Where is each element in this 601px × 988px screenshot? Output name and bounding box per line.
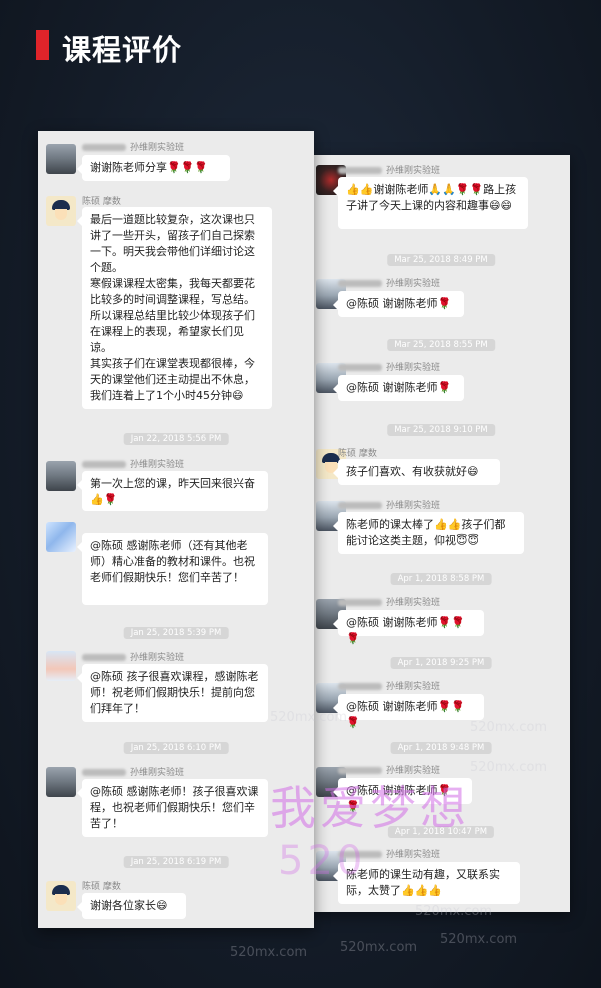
watermark-domain: 520mx.com (230, 945, 308, 960)
title-accent-bar (36, 30, 49, 60)
chat-message: 孙维刚实验班 @陈硕 谢谢陈老师🌹 (312, 357, 570, 407)
message-bubble: 第一次上您的课，昨天回来很兴奋👍🌹 (77, 471, 268, 511)
sender-name: 孙维刚实验班 (338, 498, 440, 511)
avatar (46, 522, 76, 552)
chat-message: 陈硕 摩数 谢谢各位家长😄 (38, 875, 314, 925)
sender-name: 陈硕 摩数 (82, 882, 121, 892)
timestamp: Apr 1, 2018 8:58 PM (390, 573, 492, 585)
message-bubble: @陈硕 谢谢陈老师🌹🌹🌹 (333, 610, 484, 645)
watermark-number: 520 (278, 838, 367, 884)
timestamp: Apr 1, 2018 9:48 PM (390, 742, 492, 754)
timestamp: Mar 25, 2018 8:49 PM (387, 254, 495, 266)
chat-message: 孙维刚实验班 👍👍谢谢陈老师🙏🙏🌹🌹路上孩子讲了今天上课的内容和趣事😄😄 (312, 155, 570, 235)
timestamp: Jan 22, 2018 5:56 PM (123, 433, 229, 445)
chat-message: 孙维刚实验班 第一次上您的课，昨天回来很兴奋👍🌹 (38, 453, 314, 513)
avatar (46, 144, 76, 174)
message-bubble: 谢谢各位家长😄 (77, 893, 186, 919)
sender-name: 孙维刚实验班 (338, 360, 440, 373)
chat-message: 孙维刚实验班 谢谢陈老师分享🌹🌹🌹 (38, 131, 314, 187)
sender-name: 孙维刚实验班 (82, 650, 184, 663)
message-bubble: @陈硕 孩子很喜欢课程，感谢陈老师！祝老师们假期快乐！提前向您们拜年了！ (77, 664, 268, 722)
timestamp: Apr 1, 2018 9:25 PM (390, 657, 492, 669)
sender-name: 孙维刚实验班 (338, 679, 440, 692)
chat-message: 陈硕 摩数 最后一道题比较复杂，这次课也只讲了一些开头，留孩子们自己探索一下。明… (38, 191, 314, 421)
timestamp: Jan 25, 2018 6:10 PM (123, 742, 229, 754)
message-bubble: 孩子们喜欢、有收获就好😄 (333, 459, 500, 485)
message-bubble: @陈硕 感谢陈老师（还有其他老师）精心准备的教材和课件。也祝老师们假期快乐！您们… (77, 533, 268, 605)
chat-message: @陈硕 感谢陈老师（还有其他老师）精心准备的教材和课件。也祝老师们假期快乐！您们… (38, 519, 314, 614)
timestamp: Jan 25, 2018 6:19 PM (123, 856, 229, 868)
page-title: 课程评价 (62, 33, 183, 67)
watermark-domain: 520mx.com (440, 932, 518, 947)
chat-message: 陈硕 摩数 孩子们喜欢、有收获就好😄 (312, 443, 570, 493)
watermark-brand: 我爱梦想 (270, 781, 470, 835)
avatar (46, 461, 76, 491)
chat-message: 孙维刚实验班 @陈硕 谢谢陈老师🌹 (312, 273, 570, 323)
sender-name: 孙维刚实验班 (82, 140, 184, 153)
sender-name: 孙维刚实验班 (338, 163, 440, 176)
avatar (46, 881, 76, 911)
sender-name: 孙维刚实验班 (82, 457, 184, 470)
watermark-domain: 520mx.com (270, 710, 348, 725)
watermark-domain: 520mx.com (470, 760, 548, 775)
sender-name: 孙维刚实验班 (82, 765, 184, 778)
avatar (46, 767, 76, 797)
avatar (46, 196, 76, 226)
sender-name: 孙维刚实验班 (338, 595, 440, 608)
timestamp: Jan 25, 2018 5:39 PM (123, 627, 229, 639)
message-bubble: 陈老师的课太棒了👍👍孩子们都能讨论这类主题，仰视😇😇 (333, 512, 524, 554)
message-bubble: @陈硕 谢谢陈老师🌹 (333, 375, 464, 401)
message-bubble: 最后一道题比较复杂，这次课也只讲了一些开头，留孩子们自己探索一下。明天我会带他们… (77, 207, 272, 409)
sender-name: 陈硕 摩数 (82, 197, 121, 207)
sender-name: 陈硕 摩数 (338, 449, 377, 459)
sender-name: 孙维刚实验班 (338, 276, 440, 289)
watermark-domain: 520mx.com (415, 904, 493, 919)
message-bubble: 👍👍谢谢陈老师🙏🙏🌹🌹路上孩子讲了今天上课的内容和趣事😄😄 (333, 177, 528, 229)
message-bubble: @陈硕 谢谢陈老师🌹🌹🌹 (333, 694, 484, 729)
avatar (46, 651, 76, 681)
chat-message: 孙维刚实验班 陈老师的课太棒了👍👍孩子们都能讨论这类主题，仰视😇😇 (312, 495, 570, 567)
watermark-domain: 520mx.com (470, 720, 548, 735)
message-bubble: @陈硕 感谢陈老师！孩子很喜欢课程，也祝老师们假期快乐！您们辛苦了！ (77, 779, 268, 837)
chat-message: 孙维刚实验班 @陈硕 谢谢陈老师🌹🌹🌹 (312, 591, 570, 645)
message-bubble: @陈硕 谢谢陈老师🌹 (333, 291, 464, 317)
watermark-domain: 520mx.com (340, 940, 418, 955)
message-bubble: 谢谢陈老师分享🌹🌹🌹 (77, 155, 230, 181)
timestamp: Mar 25, 2018 9:10 PM (387, 424, 495, 436)
timestamp: Mar 25, 2018 8:55 PM (387, 339, 495, 351)
